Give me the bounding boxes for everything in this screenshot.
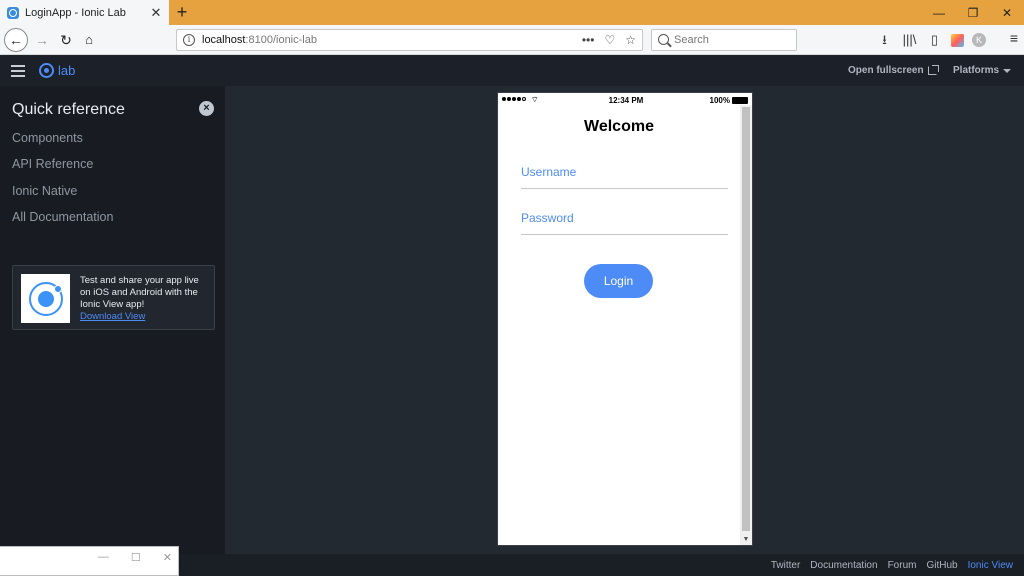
footer-link-documentation[interactable]: Documentation (810, 560, 877, 571)
url-text[interactable]: localhost:8100/ionic-lab (202, 34, 317, 46)
login-button[interactable]: Login (584, 264, 653, 298)
sidebar-toggle-icon[interactable]: ▯ (926, 30, 943, 50)
footer-links: Twitter Documentation Forum GitHub Ionic… (771, 560, 1013, 571)
download-icon[interactable]: ⭳ (876, 30, 893, 50)
menu-toggle-icon[interactable] (11, 65, 25, 77)
ionic-logo-icon (39, 63, 54, 78)
window-close-button[interactable]: ✕ (990, 0, 1024, 25)
forward-button[interactable]: → (32, 29, 52, 51)
lab-logo-text: lab (58, 63, 76, 78)
url-path: :8100/ionic-lab (245, 34, 317, 46)
footer-link-github[interactable]: GitHub (926, 560, 957, 571)
lab-logo[interactable]: lab (39, 63, 75, 78)
browser-navbar: ← → ↻ ⌂ i localhost:8100/ionic-lab ••• ♡… (0, 25, 1024, 55)
info-icon[interactable]: i (183, 34, 195, 46)
quick-reference-sidebar: Quick reference × Components API Referen… (0, 86, 225, 554)
battery-percent: 100% (709, 96, 730, 105)
platforms-dropdown[interactable]: Platforms (953, 65, 1012, 76)
footer-link-ionic-view[interactable]: Ionic View (968, 560, 1013, 571)
hamburger-menu-icon[interactable]: ≡ (1010, 30, 1018, 46)
sidebar-title: Quick reference (12, 101, 125, 118)
search-bar[interactable] (651, 29, 797, 51)
promo-text: Test and share your app live on iOS and … (80, 275, 199, 310)
restore-button[interactable]: ❐ (956, 0, 990, 25)
floating-window: — ☐ ✕ (0, 546, 179, 576)
floating-close-button[interactable]: ✕ (163, 551, 172, 564)
ionic-view-icon (28, 281, 63, 316)
reload-button[interactable]: ↻ (56, 29, 76, 51)
bookmark-star-icon[interactable]: ☆ (625, 33, 636, 47)
username-field-container (521, 155, 728, 189)
footer-link-twitter[interactable]: Twitter (771, 560, 800, 571)
ios-statusbar: ⌔ 12:34 PM 100% (498, 93, 752, 107)
pocket-icon[interactable]: ♡ (604, 33, 615, 47)
toolbar-icons: ⭳ |||\ ▯ K (876, 30, 986, 50)
browser-titlebar: LoginApp - Ionic Lab ✕ + — ❐ ✕ (0, 0, 1024, 25)
battery-indicator: 100% (710, 96, 748, 105)
ionic-favicon-icon (7, 6, 19, 19)
page-actions-icon[interactable]: ••• (582, 33, 595, 47)
search-input[interactable] (674, 32, 792, 48)
window-controls: — ❐ ✕ (922, 0, 1024, 25)
close-sidebar-icon[interactable]: × (199, 101, 214, 116)
account-avatar-icon[interactable]: K (972, 33, 986, 47)
url-actions: ••• ♡ ☆ (582, 33, 636, 47)
sidebar-link-all-documentation[interactable]: All Documentation (12, 210, 113, 236)
library-icon[interactable]: |||\ (901, 30, 918, 50)
sidebar-link-components[interactable]: Components (12, 131, 113, 157)
download-view-link[interactable]: Download View (80, 311, 145, 322)
ionic-view-promo: Test and share your app live on iOS and … (12, 265, 215, 330)
password-input[interactable] (521, 209, 728, 227)
extension-icon[interactable] (951, 33, 964, 47)
back-button[interactable]: ← (4, 28, 28, 52)
battery-icon (732, 97, 748, 104)
device-preview: ⌔ 12:34 PM 100% Welcome Login ▼ (497, 92, 753, 546)
page-title: Welcome (584, 118, 654, 135)
platforms-label: Platforms (953, 65, 1000, 76)
caret-down-icon (1003, 68, 1012, 73)
sidebar-links: Components API Reference Ionic Native Al… (12, 131, 113, 236)
floating-minimize-button[interactable]: — (98, 551, 109, 564)
open-fullscreen-label: Open fullscreen (848, 65, 924, 76)
search-icon (658, 34, 669, 45)
external-link-icon (927, 65, 939, 75)
password-field-container (521, 201, 728, 235)
tab-title: LoginApp - Ionic Lab (25, 6, 126, 19)
scrollbar-thumb[interactable] (742, 107, 750, 531)
url-bar[interactable]: i localhost:8100/ionic-lab ••• ♡ ☆ (176, 29, 643, 51)
scroll-down-icon[interactable]: ▼ (740, 535, 752, 545)
floating-window-controls: — ☐ ✕ (98, 551, 172, 564)
sidebar-link-ionic-native[interactable]: Ionic Native (12, 184, 113, 210)
floating-maximize-button[interactable]: ☐ (131, 551, 141, 564)
browser-tab[interactable]: LoginApp - Ionic Lab ✕ (0, 0, 169, 25)
device-scrollbar[interactable]: ▼ (740, 105, 752, 545)
home-button[interactable]: ⌂ (79, 29, 99, 51)
open-fullscreen-link[interactable]: Open fullscreen (848, 65, 939, 76)
new-tab-button[interactable]: + (172, 2, 192, 22)
username-input[interactable] (521, 163, 728, 181)
sidebar-link-api-reference[interactable]: API Reference (12, 157, 113, 183)
tab-close-icon[interactable]: ✕ (147, 5, 165, 21)
footer-link-forum[interactable]: Forum (888, 560, 917, 571)
minimize-button[interactable]: — (922, 0, 956, 25)
lab-header: lab Open fullscreen Platforms (0, 56, 1024, 86)
ionic-view-logo (21, 274, 70, 323)
url-host: localhost (202, 34, 246, 46)
